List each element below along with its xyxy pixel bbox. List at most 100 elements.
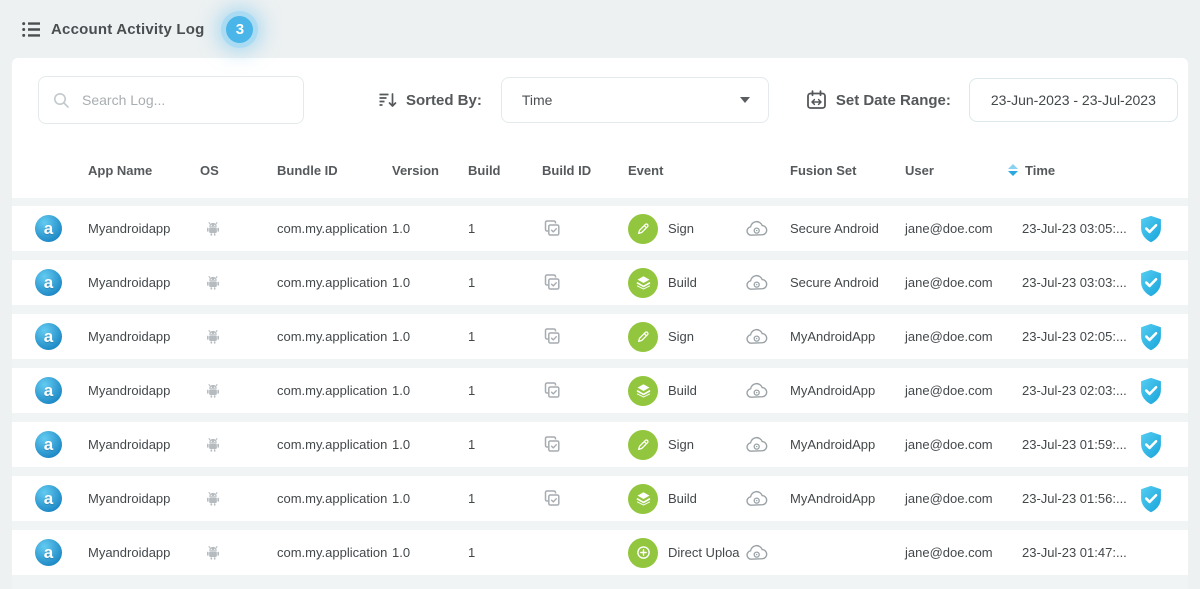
pen-icon (635, 221, 651, 237)
table-row: a Myandroidapp com.my.application 1 (12, 530, 1188, 575)
table-row: a Myandroidapp com.my.application 1 (12, 476, 1188, 521)
page-title: Account Activity Log (51, 21, 204, 38)
bundle-id: com.my.application (277, 437, 392, 452)
time: 23-Jul-23 03:05:... (1008, 221, 1138, 236)
app-avatar-letter: a (44, 544, 53, 561)
event-label: Direct Uploa (668, 545, 740, 560)
layers-icon (635, 382, 652, 399)
time: 23-Jul-23 02:03:... (1008, 383, 1138, 398)
event-label: Sign (668, 329, 694, 344)
copy-check-icon[interactable] (542, 381, 562, 401)
android-icon (206, 545, 220, 560)
table-body: a Myandroidapp com.my.application 1 (12, 198, 1188, 589)
android-icon (206, 275, 220, 290)
sort-arrows-icon[interactable] (1008, 164, 1018, 176)
build: 1 (468, 545, 542, 560)
copy-check-icon[interactable] (542, 435, 562, 455)
version: 1.0 (392, 329, 468, 344)
time: 23-Jul-23 01:56:... (1008, 491, 1138, 506)
step-badge: 3 (226, 16, 253, 43)
app-name: Myandroidapp (88, 275, 200, 290)
fusion-set: MyAndroidApp (790, 329, 905, 344)
app-name: Myandroidapp (88, 383, 200, 398)
search-box[interactable] (38, 76, 304, 124)
build: 1 (468, 437, 542, 452)
app-name: Myandroidapp (88, 491, 200, 506)
table-header: App Name OS Bundle ID Version Build Buil… (12, 142, 1188, 198)
bundle-id: com.my.application (277, 545, 392, 560)
app-name: Myandroidapp (88, 545, 200, 560)
cloud-view-icon[interactable] (745, 382, 769, 400)
event-label: Sign (668, 437, 694, 452)
event-badge (628, 484, 658, 514)
copy-check-icon[interactable] (542, 273, 562, 293)
cloud-view-icon[interactable] (745, 274, 769, 292)
time: 23-Jul-23 03:03:... (1008, 275, 1138, 290)
event-badge (628, 376, 658, 406)
layers-icon (635, 274, 652, 291)
magnifier-icon (53, 92, 70, 109)
user-email: jane@doe.com (905, 329, 1008, 344)
date-range-group: Set Date Range: 23-Jun-2023 - 23-Jul-202… (806, 78, 1178, 122)
fusion-set: MyAndroidApp (790, 383, 905, 398)
bundle-id: com.my.application (277, 329, 392, 344)
user-email: jane@doe.com (905, 275, 1008, 290)
event-label: Sign (668, 221, 694, 236)
col-os: OS (200, 163, 277, 178)
sorted-by-value: Time (522, 92, 553, 108)
event-label: Build (668, 491, 697, 506)
version: 1.0 (392, 545, 468, 560)
build: 1 (468, 491, 542, 506)
build: 1 (468, 383, 542, 398)
event-label: Build (668, 275, 697, 290)
copy-check-icon[interactable] (542, 489, 562, 509)
protected-shield-icon (1138, 431, 1164, 459)
user-email: jane@doe.com (905, 545, 1008, 560)
col-user: User (905, 163, 1008, 178)
version: 1.0 (392, 383, 468, 398)
bundle-id: com.my.application (277, 491, 392, 506)
event-badge (628, 538, 658, 568)
pen-icon (635, 437, 651, 453)
android-icon (206, 437, 220, 452)
cloud-view-icon[interactable] (745, 328, 769, 346)
copy-check-icon[interactable] (542, 219, 562, 239)
cloud-view-icon[interactable] (745, 544, 769, 562)
time: 23-Jul-23 01:47:... (1008, 545, 1138, 560)
version: 1.0 (392, 437, 468, 452)
top-bar: Account Activity Log 3 (0, 0, 1200, 58)
table-row: a Myandroidapp com.my.application 1 (12, 422, 1188, 467)
col-time: Time (1025, 163, 1055, 178)
activity-log-card: Sorted By: Time Set Date Range: 23-Jun-2… (12, 58, 1188, 589)
fusion-set: MyAndroidApp (790, 437, 905, 452)
sorted-by-select[interactable]: Time (501, 77, 769, 123)
cloud-view-icon[interactable] (745, 436, 769, 454)
android-icon (206, 221, 220, 236)
table-row: a Myandroidapp com.my.application 1 (12, 314, 1188, 359)
event-badge (628, 430, 658, 460)
app-name: Myandroidapp (88, 221, 200, 236)
bundle-id: com.my.application (277, 275, 392, 290)
sort-group: Sorted By: Time (378, 77, 769, 123)
app-avatar: a (35, 485, 62, 512)
col-fusion-set: Fusion Set (790, 163, 905, 178)
app-avatar-letter: a (44, 274, 53, 291)
cloud-view-icon[interactable] (745, 220, 769, 238)
cloud-view-icon[interactable] (745, 490, 769, 508)
filter-bar: Sorted By: Time Set Date Range: 23-Jun-2… (12, 58, 1188, 142)
version: 1.0 (392, 491, 468, 506)
plus-circle-icon (635, 544, 652, 561)
search-input[interactable] (82, 92, 289, 108)
date-range-value[interactable]: 23-Jun-2023 - 23-Jul-2023 (969, 78, 1178, 122)
layers-icon (635, 490, 652, 507)
event-badge (628, 268, 658, 298)
col-bundle-id: Bundle ID (277, 163, 392, 178)
app-avatar: a (35, 323, 62, 350)
copy-check-icon[interactable] (542, 327, 562, 347)
user-email: jane@doe.com (905, 383, 1008, 398)
app-avatar: a (35, 539, 62, 566)
col-build-id: Build ID (542, 163, 628, 178)
fusion-set: MyAndroidApp (790, 491, 905, 506)
bundle-id: com.my.application (277, 221, 392, 236)
chevron-down-icon (740, 97, 750, 103)
